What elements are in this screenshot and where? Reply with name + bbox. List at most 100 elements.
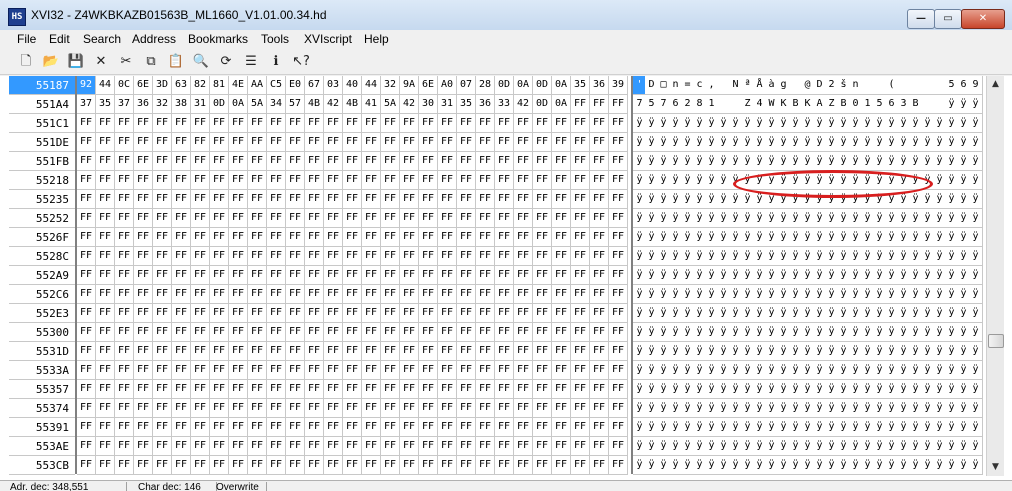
hex-cell[interactable]: FF [324,228,343,247]
hex-cell[interactable]: FF [590,304,609,323]
hex-cell[interactable]: FF [457,190,476,209]
hex-cell[interactable]: FF [267,285,286,304]
hex-cell[interactable]: FF [609,342,628,361]
hex-cell[interactable]: FF [400,209,419,228]
hex-cell[interactable]: FF [419,190,438,209]
hex-cell[interactable]: FF [191,456,210,475]
hex-cell[interactable]: AA [248,76,267,95]
hex-cell[interactable]: FF [210,456,229,475]
hex-cell[interactable]: FF [343,437,362,456]
hex-cell[interactable]: FF [172,342,191,361]
hex-cell[interactable]: FF [495,228,514,247]
hex-cell[interactable]: FF [514,399,533,418]
hex-cell[interactable]: FF [533,228,552,247]
hex-cell[interactable]: FF [96,418,115,437]
hex-cell[interactable]: FF [514,418,533,437]
hex-cell[interactable]: FF [324,437,343,456]
hex-cell[interactable]: FF [476,361,495,380]
hex-cell[interactable]: FF [134,133,153,152]
char-cell[interactable]: ÿ [969,380,983,399]
hex-cell[interactable]: FF [324,171,343,190]
hex-cell[interactable]: FF [343,399,362,418]
hex-cell[interactable]: FF [172,361,191,380]
hex-cell[interactable]: FF [77,228,96,247]
hex-cell[interactable]: FF [571,304,590,323]
scroll-thumb[interactable] [988,334,1004,348]
hex-cell[interactable]: FF [343,285,362,304]
hex-cell[interactable]: FF [362,399,381,418]
hex-cell[interactable]: FF [343,114,362,133]
hex-cell[interactable]: FF [210,171,229,190]
hex-cell[interactable]: FF [115,304,134,323]
hex-cell[interactable]: FF [419,399,438,418]
hex-cell[interactable]: FF [153,380,172,399]
hex-cell[interactable]: FF [343,456,362,475]
hex-cell[interactable]: FF [172,152,191,171]
hex-cell[interactable]: FF [514,171,533,190]
hex-cell[interactable]: FF [495,285,514,304]
hex-cell[interactable]: C5 [267,76,286,95]
hex-cell[interactable]: FF [552,323,571,342]
hex-cell[interactable]: FF [286,437,305,456]
hex-cell[interactable]: FF [381,380,400,399]
char-cell[interactable]: ÿ [969,171,983,190]
hex-cell[interactable]: FF [229,171,248,190]
hex-cell[interactable]: 40 [343,76,362,95]
hex-cell[interactable]: FF [229,304,248,323]
hex-cell[interactable]: 44 [362,76,381,95]
hex-cell[interactable]: FF [457,228,476,247]
hex-cell[interactable]: FF [96,456,115,475]
hex-cell[interactable]: FF [115,266,134,285]
hex-cell[interactable]: FF [324,266,343,285]
hex-cell[interactable]: FF [267,171,286,190]
hex-cell[interactable]: FF [552,190,571,209]
hex-cell[interactable]: FF [324,380,343,399]
hex-cell[interactable]: FF [286,380,305,399]
hex-cell[interactable]: FF [362,285,381,304]
hex-cell[interactable]: FF [362,209,381,228]
hex-cell[interactable]: FF [96,399,115,418]
hex-cell[interactable]: FF [476,114,495,133]
hex-cell[interactable]: FF [77,456,96,475]
hex-cell[interactable]: FF [533,266,552,285]
hex-cell[interactable]: FF [438,266,457,285]
hex-cell[interactable]: FF [362,456,381,475]
hex-cell[interactable]: FF [134,342,153,361]
hex-cell[interactable]: FF [153,114,172,133]
hex-cell[interactable]: FF [153,247,172,266]
hex-cell[interactable]: FF [229,361,248,380]
hex-cell[interactable]: FF [305,266,324,285]
menu-bookmarks[interactable]: Bookmarks [188,32,248,46]
hex-cell[interactable]: FF [286,114,305,133]
hex-cell[interactable]: FF [267,456,286,475]
menu-address[interactable]: Address [132,32,176,46]
hex-cell[interactable]: FF [343,380,362,399]
hex-cell[interactable]: FF [343,228,362,247]
hex-cell[interactable]: FF [153,228,172,247]
hex-cell[interactable]: FF [343,247,362,266]
hex-cell[interactable]: FF [476,190,495,209]
hex-cell[interactable]: FF [476,133,495,152]
hex-cell[interactable]: FF [115,323,134,342]
hex-cell[interactable]: 35 [96,95,115,114]
hex-cell[interactable]: FF [343,304,362,323]
hex-cell[interactable]: FF [609,247,628,266]
hex-cell[interactable]: FF [362,133,381,152]
hex-cell[interactable]: FF [533,456,552,475]
hex-cell[interactable]: FF [286,399,305,418]
hex-cell[interactable]: FF [267,133,286,152]
hex-column[interactable]: 92 44 0C 6E 3D 63 82 81 4E AA C5 E0 67 03 40 44 32 9A 6E A0… [77,76,631,475]
hex-cell[interactable]: FF [229,247,248,266]
hex-cell[interactable]: FF [77,380,96,399]
hex-cell[interactable]: FF [400,133,419,152]
hex-cell[interactable]: FF [210,285,229,304]
hex-cell[interactable]: FF [172,266,191,285]
hex-cell[interactable]: FF [419,171,438,190]
hex-cell[interactable]: FF [419,285,438,304]
hex-cell[interactable]: FF [248,209,267,228]
hex-cell[interactable]: FF [210,380,229,399]
hex-cell[interactable]: FF [77,133,96,152]
hex-cell[interactable]: 4B [343,95,362,114]
hex-cell[interactable]: FF [552,228,571,247]
hex-cell[interactable]: FF [286,456,305,475]
